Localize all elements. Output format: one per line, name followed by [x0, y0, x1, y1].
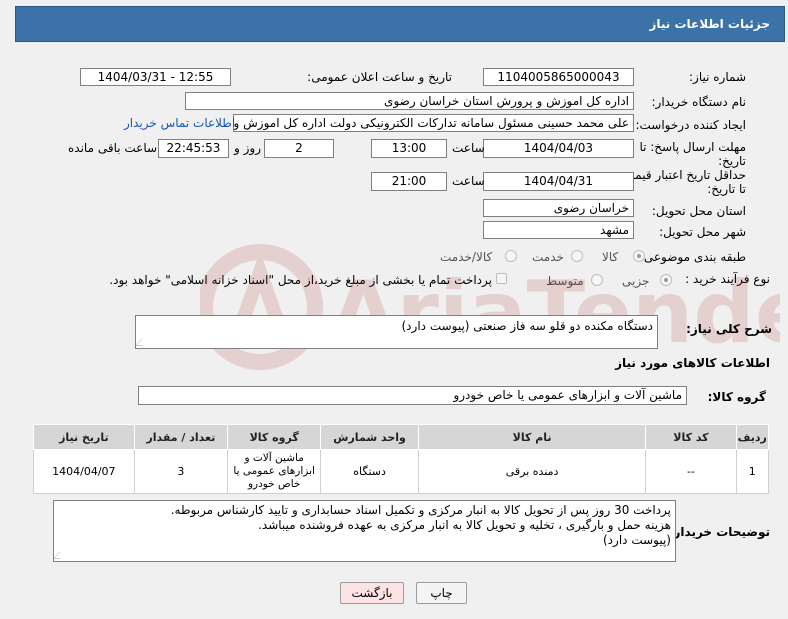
deadline-time-label: ساعت	[452, 141, 485, 155]
buyer-org-field[interactable]: اداره کل اموزش و پرورش استان خراسان رضوی	[185, 92, 634, 110]
need-number-field[interactable]: 1104005865000043	[483, 68, 634, 86]
cell-row-number: 1	[735, 449, 769, 494]
need-number-label: شماره نیاز:	[689, 70, 746, 84]
resize-handle[interactable]	[54, 552, 67, 559]
price-validity-time-field[interactable]: 21:00	[371, 172, 447, 191]
print-button[interactable]: چاپ	[416, 582, 467, 604]
col-header-group: گروه کالا	[227, 424, 322, 450]
buyer-notes-field[interactable]: پرداخت 30 روز پس از تحویل کالا به انبار …	[53, 500, 676, 562]
col-header-date: تاریخ نیاز	[33, 424, 135, 450]
category-radio-goods[interactable]	[633, 250, 645, 262]
cell-unit: دستگاه	[320, 449, 419, 494]
process-radio-minor[interactable]	[660, 274, 672, 286]
buyer-notes-line-1: پرداخت 30 روز پس از تحویل کالا به انبار …	[170, 503, 671, 517]
cell-name: دمنده برقی	[417, 449, 647, 494]
process-option-minor: جزیی	[622, 274, 650, 288]
cell-group: ماشین آلات و ابزارهای عمومی یا خاص خودرو	[227, 449, 322, 494]
price-validity-date-field[interactable]: 1404/04/31	[483, 172, 634, 191]
col-header-name: نام کالا	[417, 424, 647, 450]
category-option-goods: کالا	[602, 250, 619, 264]
treasury-checkbox[interactable]	[496, 273, 507, 284]
delivery-province-label: استان محل تحویل:	[651, 204, 746, 218]
buyer-org-label: نام دستگاه خریدار:	[651, 95, 747, 109]
delivery-city-field[interactable]: مشهد	[483, 221, 634, 239]
col-header-quantity: تعداد / مقدار	[133, 424, 229, 450]
description-field[interactable]: دستگاه مکنده دو قلو سه فاز صنعتی (پیوست …	[135, 315, 658, 349]
delivery-province-field[interactable]: خراسان رضوی	[483, 199, 634, 217]
deadline-label-1: مهلت ارسال پاسخ: تا	[639, 140, 746, 154]
buyer-notes-label: توضیحات خریدار:	[668, 525, 770, 539]
treasury-note: پرداخت تمام یا بخشی از مبلغ خرید،از محل …	[109, 273, 492, 287]
deadline-days-label: روز و	[234, 141, 261, 155]
col-header-code: کد کالا	[645, 424, 737, 450]
price-validity-label-2: تا تاریخ:	[707, 182, 746, 196]
table-row[interactable]: 1 -- دمنده برقی دستگاه ماشین آلات و ابزا…	[33, 449, 769, 494]
requester-label: ایجاد کننده درخواست:	[635, 118, 746, 132]
category-option-service: خدمت	[532, 250, 564, 264]
page-title: جزئیات اطلاعات نیاز	[649, 17, 770, 31]
deadline-label-2: تاریخ:	[718, 154, 746, 168]
col-header-unit: واحد شمارش	[320, 424, 419, 450]
goods-group-field[interactable]: ماشین آلات و ابزارهای عمومی یا خاص خودرو	[138, 386, 687, 405]
delivery-city-label: شهر محل تحویل:	[659, 225, 746, 239]
deadline-time-field[interactable]: 13:00	[371, 139, 447, 158]
buyer-notes-line-2: هزینه حمل و بارگیری ، تخلیه و تحویل کالا…	[258, 518, 671, 532]
remaining-time-label: ساعت باقی مانده	[68, 141, 158, 155]
price-validity-time-label: ساعت	[452, 174, 485, 188]
items-table: ردیف کد کالا نام کالا واحد شمارش گروه کا…	[33, 424, 769, 494]
cell-quantity: 3	[133, 449, 229, 494]
announce-field[interactable]: 1404/03/31 - 12:55	[80, 68, 231, 86]
process-option-medium: متوسط	[546, 274, 584, 288]
process-radio-medium[interactable]	[591, 274, 603, 286]
description-label: شرح کلی نیاز:	[686, 322, 772, 336]
buyer-notes-line-3: (پیوست دارد)	[603, 533, 671, 547]
deadline-days-field[interactable]: 2	[264, 139, 334, 158]
resize-handle[interactable]	[136, 339, 149, 346]
description-text: دستگاه مکنده دو قلو سه فاز صنعتی (پیوست …	[401, 319, 654, 333]
price-validity-label-1: حداقل تاریخ اعتبار قیمت:	[619, 168, 746, 182]
announce-label: تاریخ و ساعت اعلان عمومی:	[307, 70, 452, 84]
col-header-row-number: ردیف	[735, 424, 769, 450]
category-option-goods-service: کالا/خدمت	[440, 250, 493, 264]
cell-date: 1404/04/07	[33, 449, 135, 494]
goods-section-title: اطلاعات کالاهای مورد نیاز	[615, 356, 770, 370]
buyer-contact-link[interactable]: اطلاعات تماس خریدار	[124, 116, 235, 130]
table-header-row: ردیف کد کالا نام کالا واحد شمارش گروه کا…	[33, 424, 769, 450]
page-header: جزئیات اطلاعات نیاز	[15, 6, 785, 42]
requester-field[interactable]: علی محمد حسینی مسئول سامانه تدارکات الکت…	[233, 114, 634, 132]
process-label: نوع فرآیند خرید :	[685, 272, 770, 286]
cell-code: --	[645, 449, 737, 494]
category-label: طبقه بندی موضوعی:	[639, 250, 746, 264]
category-radio-service[interactable]	[571, 250, 583, 262]
deadline-date-field[interactable]: 1404/04/03	[483, 139, 634, 158]
back-button[interactable]: بازگشت	[340, 582, 404, 604]
goods-group-label: گروه کالا:	[707, 390, 766, 404]
category-radio-goods-service[interactable]	[505, 250, 517, 262]
remaining-time-field[interactable]: 22:45:53	[158, 139, 229, 158]
